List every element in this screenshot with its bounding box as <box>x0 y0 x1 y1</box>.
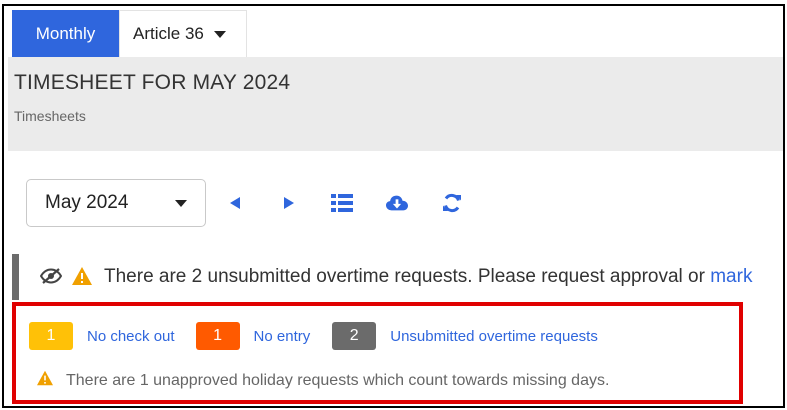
tab-monthly-label: Monthly <box>35 24 96 43</box>
alert-text: There are 2 unsubmitted overtime request… <box>104 266 711 287</box>
breadcrumb[interactable]: Timesheets <box>14 108 86 124</box>
warning-icon <box>71 266 93 291</box>
chevron-down-icon <box>213 30 226 38</box>
chevron-down-icon <box>175 200 187 207</box>
legend-highlight-box: 1 No check out 1 No entry 2 Unsubmitted … <box>12 302 743 404</box>
eye-slash-icon[interactable] <box>39 268 63 289</box>
holiday-notice: There are 1 unapproved holiday requests … <box>36 370 609 391</box>
alert-link[interactable]: mark <box>710 266 752 287</box>
overtime-alert: There are 2 unsubmitted overtime request… <box>12 254 783 300</box>
cloud-download-icon[interactable] <box>386 192 408 214</box>
next-arrow-icon[interactable] <box>278 192 300 214</box>
tab-article-label: Article 36 <box>133 24 204 43</box>
app-frame: Monthly Article 36 TIMESHEET FOR MAY 202… <box>2 4 785 408</box>
month-select-value: May 2024 <box>45 192 129 213</box>
list-icon[interactable] <box>331 192 353 214</box>
prev-arrow-icon[interactable] <box>224 192 246 214</box>
view-tabs: Monthly Article 36 <box>12 10 247 61</box>
tab-monthly[interactable]: Monthly <box>12 10 119 57</box>
legend-link-no-check-out[interactable]: No check out <box>87 328 175 345</box>
tab-article-36-dropdown[interactable]: Article 36 <box>119 10 247 57</box>
legend-link-no-entry[interactable]: No entry <box>254 328 311 345</box>
badge-unsubmitted-overtime: 2 <box>332 322 377 350</box>
legend-link-unsubmitted-overtime[interactable]: Unsubmitted overtime requests <box>390 328 598 345</box>
refresh-icon[interactable] <box>441 192 463 214</box>
legend-row: 1 No check out 1 No entry 2 Unsubmitted … <box>29 322 598 350</box>
page-header: TIMESHEET FOR MAY 2024 Timesheets <box>8 57 783 151</box>
timesheet-toolbar: May 2024 <box>26 179 461 227</box>
warning-icon <box>36 370 54 391</box>
badge-no-check-out: 1 <box>29 322 73 350</box>
page-title: TIMESHEET FOR MAY 2024 <box>14 71 291 94</box>
alert-message: There are 2 unsubmitted overtime request… <box>104 266 752 288</box>
holiday-notice-text: There are 1 unapproved holiday requests … <box>66 371 610 389</box>
badge-no-entry: 1 <box>195 322 240 350</box>
month-select[interactable]: May 2024 <box>26 179 206 227</box>
